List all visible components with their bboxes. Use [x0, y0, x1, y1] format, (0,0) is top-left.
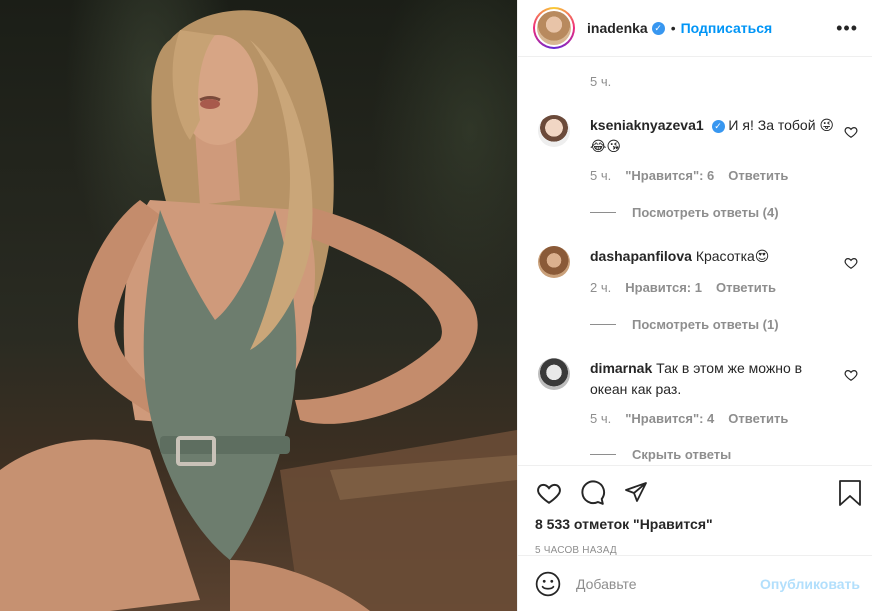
comment-like-icon[interactable] — [844, 368, 858, 382]
comment-like-icon[interactable] — [844, 125, 858, 139]
comment-time: 2 ч. — [590, 280, 612, 295]
view-replies-label: Посмотреть ответы (1) — [632, 317, 779, 332]
comment-likes[interactable]: Нравится: 1 — [625, 280, 702, 295]
comment-time: 5 ч. — [590, 411, 612, 426]
photo-illustration — [0, 10, 517, 611]
post-header: inadenka ✓ • Подписаться ••• — [518, 0, 872, 57]
follow-button[interactable]: Подписаться — [681, 20, 773, 36]
view-replies-label: Посмотреть ответы (4) — [632, 205, 779, 220]
comment-item: dashapanfilova Красотка😍 — [538, 246, 864, 278]
author-username[interactable]: inadenka — [587, 20, 648, 36]
likes-count[interactable]: 8 533 отметок "Нравится" — [535, 516, 713, 532]
verified-badge-icon: ✓ — [651, 21, 665, 35]
post-photo[interactable] — [0, 0, 517, 611]
comments-list[interactable]: 5 ч. kseniaknyazeva1 ✓ И я! За тобой 😜😂😘… — [518, 57, 872, 465]
comment-meta: 2 ч. Нравится: 1 Ответить — [590, 280, 790, 295]
commenter-avatar[interactable] — [538, 115, 570, 147]
previous-comment-meta: 5 ч. — [590, 74, 625, 89]
commenter-avatar[interactable] — [538, 358, 570, 390]
separator-dot: • — [670, 20, 676, 36]
commenter-avatar[interactable] — [538, 246, 570, 278]
comment-time: 5 ч. — [590, 168, 612, 183]
reply-button[interactable]: Ответить — [728, 168, 788, 183]
commenter-username[interactable]: dimarnak — [590, 360, 652, 376]
commenter-username[interactable]: dashapanfilova — [590, 248, 692, 264]
action-icons — [535, 480, 862, 508]
emoji-icon[interactable] — [535, 571, 561, 597]
comments-panel: inadenka ✓ • Подписаться ••• 5 ч. ksenia… — [517, 0, 872, 611]
view-replies-button[interactable]: Посмотреть ответы (4) — [590, 205, 779, 220]
post-actions: 8 533 отметок "Нравится" 5 часов назад О… — [518, 465, 872, 611]
comment-meta: 5 ч. "Нравится": 6 Ответить — [590, 168, 802, 183]
comment-meta: 5 ч. "Нравится": 4 Ответить — [590, 411, 802, 426]
commenter-username[interactable]: kseniaknyazeva1 — [590, 117, 704, 133]
avatar-image — [537, 11, 571, 45]
comment-likes[interactable]: "Нравится": 4 — [625, 411, 714, 426]
comment-icon[interactable] — [579, 480, 606, 506]
comment-like-icon[interactable] — [844, 256, 858, 270]
replies-divider — [590, 324, 616, 325]
comment-item: dimarnak Так в этом же можно в океан как… — [538, 358, 864, 400]
heart-icon[interactable] — [535, 480, 563, 506]
replies-divider — [590, 212, 616, 213]
replies-divider — [590, 454, 616, 455]
view-replies-button[interactable]: Посмотреть ответы (1) — [590, 317, 779, 332]
share-icon[interactable] — [623, 480, 649, 504]
comment-item: kseniaknyazeva1 ✓ И я! За тобой 😜😂😘 — [538, 115, 864, 157]
post-modal: inadenka ✓ • Подписаться ••• 5 ч. ksenia… — [0, 0, 872, 611]
comment-text: Красотка😍 — [695, 248, 770, 264]
hide-replies-button[interactable]: Скрыть ответы — [590, 447, 731, 462]
publish-button[interactable]: Опубликовать — [760, 576, 860, 592]
verified-badge-icon: ✓ — [711, 119, 725, 133]
more-options-icon[interactable]: ••• — [836, 19, 858, 37]
comment-input[interactable] — [576, 575, 761, 592]
comment-time: 5 ч. — [590, 74, 612, 89]
reply-button[interactable]: Ответить — [728, 411, 788, 426]
comment-likes[interactable]: "Нравится": 6 — [625, 168, 714, 183]
author-avatar[interactable] — [533, 7, 575, 49]
add-comment-bar: Опубликовать — [518, 555, 872, 611]
hide-replies-label: Скрыть ответы — [632, 447, 732, 462]
bookmark-icon[interactable] — [838, 480, 862, 506]
reply-button[interactable]: Ответить — [716, 280, 776, 295]
